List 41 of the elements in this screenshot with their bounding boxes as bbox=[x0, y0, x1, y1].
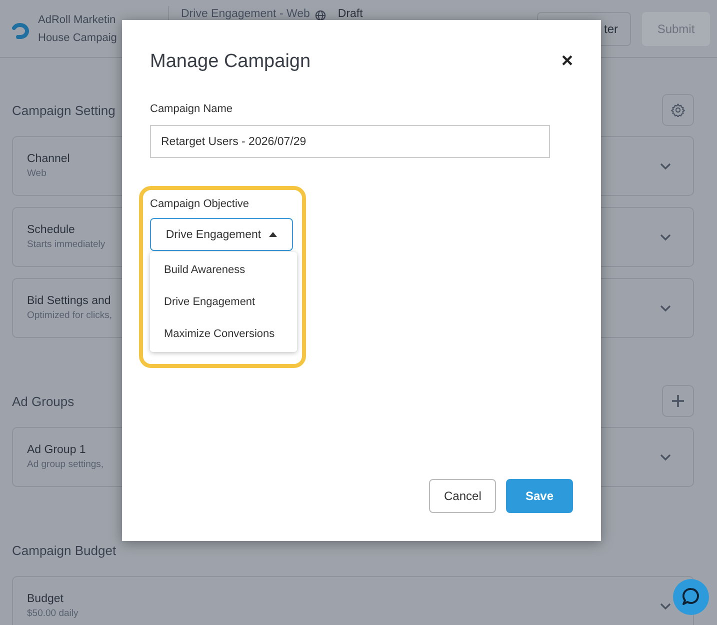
input-field[interactable]: Retarget Users - 2026/07/29 bbox=[150, 125, 550, 158]
card-subtitle: Starts immediately bbox=[27, 239, 106, 250]
cancel-button[interactable]: Cancel bbox=[429, 479, 496, 513]
chat-bubble-icon bbox=[681, 587, 701, 607]
objective-dropdown[interactable]: Drive Engagement bbox=[150, 218, 293, 251]
field-label: Campaign Objective bbox=[150, 198, 250, 210]
card-title: Bid Settings and bbox=[27, 295, 112, 307]
add-button[interactable] bbox=[662, 385, 694, 417]
campaign-title: Drive Engagement - Web bbox=[181, 8, 310, 20]
section-title: Campaign Budget bbox=[12, 542, 116, 558]
caret-icon bbox=[269, 232, 278, 237]
chevron-down-icon bbox=[660, 234, 671, 240]
close-button[interactable]: × bbox=[561, 50, 573, 73]
section-title: Ad Groups bbox=[12, 394, 74, 408]
card-title: Schedule bbox=[27, 224, 76, 236]
chevron-down-icon bbox=[660, 454, 671, 460]
card-subtitle: Ad group settings, bbox=[27, 459, 104, 470]
menu-option[interactable]: Maximize Conversions bbox=[150, 318, 297, 350]
section-title: Campaign Setting bbox=[12, 102, 116, 118]
chevron-down-icon bbox=[660, 602, 671, 610]
menu-option[interactable]: Drive Engagement bbox=[150, 286, 297, 318]
chevron-down-icon bbox=[660, 162, 671, 170]
card-title: Budget bbox=[27, 593, 64, 605]
plus-icon bbox=[671, 394, 685, 408]
logo-icon bbox=[12, 22, 32, 38]
chevron-down-icon bbox=[660, 304, 671, 312]
globe-icon bbox=[314, 10, 326, 21]
account-name: AdRoll Marketin bbox=[38, 12, 117, 28]
card-subtitle: Optimized for clicks, bbox=[27, 310, 112, 321]
chat-button[interactable] bbox=[673, 579, 709, 615]
modal-title: Manage Campaign bbox=[150, 50, 311, 72]
menu-option[interactable]: Build Awareness bbox=[150, 254, 297, 286]
campaign-group: House Campaig bbox=[38, 28, 168, 46]
card-title: Channel bbox=[27, 153, 70, 165]
field-label: Campaign Name bbox=[150, 103, 234, 115]
settings-button[interactable] bbox=[662, 94, 694, 126]
card-title: Ad Group 1 bbox=[27, 444, 87, 456]
card-subtitle: Web bbox=[27, 168, 48, 179]
status-label: Draft bbox=[338, 8, 363, 20]
settings-icon bbox=[671, 103, 685, 117]
card-subtitle: $50.00 daily bbox=[27, 608, 78, 619]
